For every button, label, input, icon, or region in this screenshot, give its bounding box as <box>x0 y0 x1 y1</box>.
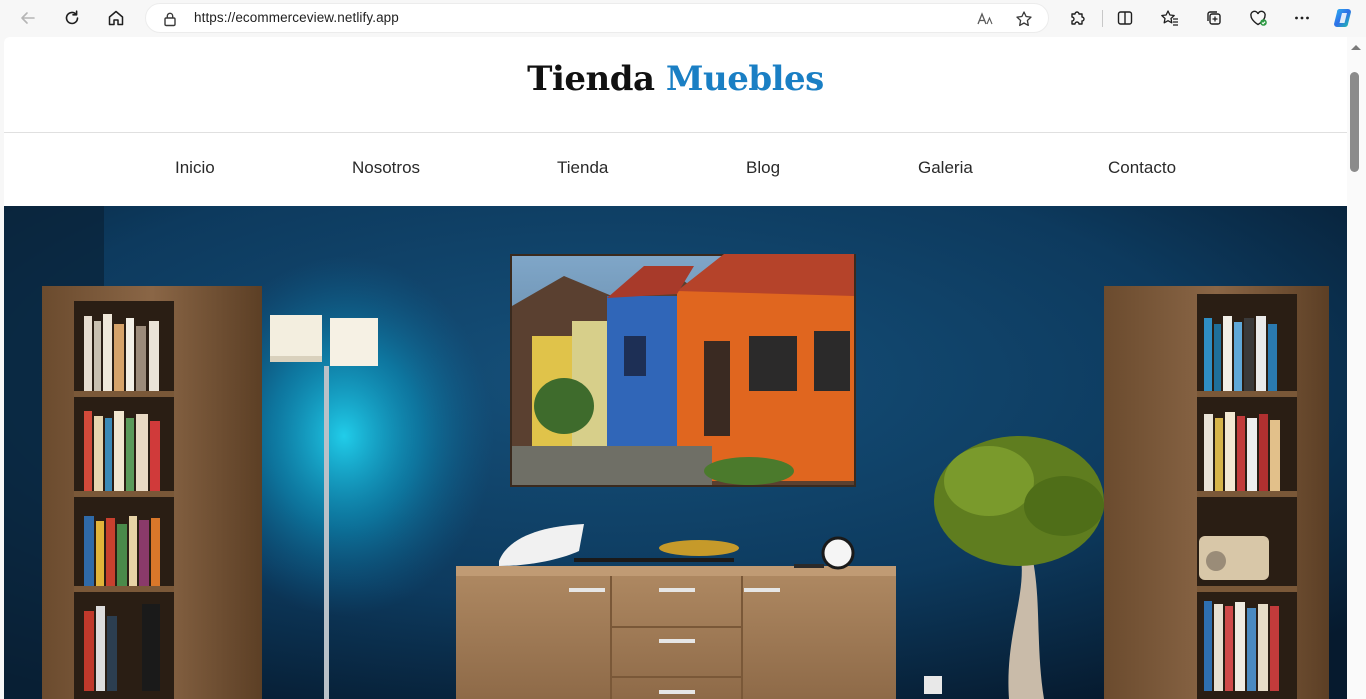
nav-link-galeria[interactable]: Galeria <box>918 158 973 178</box>
page-scrollbar[interactable] <box>1347 37 1366 699</box>
copilot-button[interactable] <box>1329 4 1359 32</box>
logo-main-text: Tienda <box>527 59 655 99</box>
back-button[interactable] <box>13 4 43 32</box>
split-screen-button[interactable] <box>1110 4 1140 32</box>
favorites-button[interactable] <box>1155 4 1185 32</box>
home-button[interactable] <box>101 4 131 32</box>
main-navigation: Inicio Nosotros Tienda Blog Galeria Cont… <box>4 134 1347 206</box>
collections-icon <box>1207 11 1221 25</box>
site-header: Tienda Muebles <box>4 37 1347 133</box>
read-aloud-button[interactable] <box>975 9 995 29</box>
home-icon <box>108 10 124 26</box>
reload-icon <box>65 10 79 25</box>
scrollbar-thumb[interactable] <box>1350 72 1359 172</box>
nav-link-tienda[interactable]: Tienda <box>557 158 608 178</box>
right-bookshelf <box>1104 286 1329 699</box>
dresser <box>456 524 896 699</box>
lock-icon <box>164 12 176 27</box>
favorite-button[interactable] <box>1014 9 1034 29</box>
hero-image <box>4 206 1347 699</box>
collections-button[interactable] <box>1199 4 1229 32</box>
page-viewport: Tienda Muebles Inicio Nosotros Tienda Bl… <box>4 37 1347 699</box>
browser-essentials-icon <box>1250 10 1267 26</box>
hero-banner <box>4 206 1347 699</box>
url-text[interactable]: https://ecommerceview.netlify.app <box>194 10 399 25</box>
nav-link-inicio[interactable]: Inicio <box>175 158 215 178</box>
back-icon <box>21 12 35 24</box>
nav-link-blog[interactable]: Blog <box>746 158 780 178</box>
logo-accent-text: Muebles <box>665 59 824 99</box>
copilot-icon <box>1334 9 1351 27</box>
toolbar-separator <box>1102 10 1103 27</box>
address-bar[interactable]: https://ecommerceview.netlify.app <box>145 3 1049 33</box>
scroll-up-icon[interactable] <box>1351 45 1361 50</box>
more-button[interactable] <box>1287 4 1317 32</box>
read-aloud-icon <box>977 12 993 25</box>
nav-link-nosotros[interactable]: Nosotros <box>352 158 420 178</box>
wall-painting <box>510 254 856 487</box>
left-bookshelf <box>42 286 262 699</box>
reload-button[interactable] <box>57 4 87 32</box>
favorite-star-icon <box>1016 11 1032 27</box>
browser-toolbar: https://ecommerceview.netlify.app <box>0 0 1366 37</box>
split-screen-icon <box>1117 11 1133 25</box>
browser-essentials-button[interactable] <box>1243 4 1273 32</box>
extensions-button[interactable] <box>1062 4 1092 32</box>
site-logo[interactable]: Tienda Muebles <box>4 59 1347 99</box>
more-icon <box>1295 16 1309 20</box>
nav-link-contacto[interactable]: Contacto <box>1108 158 1176 178</box>
favorites-icon <box>1161 10 1178 26</box>
extensions-icon <box>1071 11 1085 25</box>
